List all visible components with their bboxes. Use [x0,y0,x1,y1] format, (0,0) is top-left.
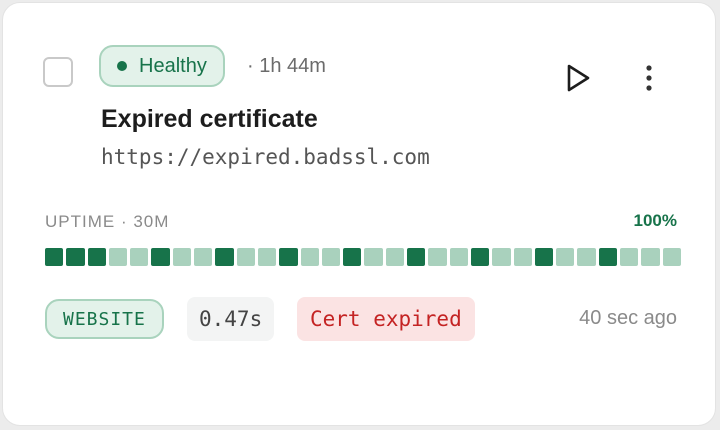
uptime-segment [300,248,319,266]
uptime-segment [321,248,341,266]
uptime-segment [172,248,192,266]
uptime-segment [215,248,234,266]
uptime-segment [534,248,554,266]
uptime-segment [257,248,277,266]
more-options-button[interactable] [637,63,661,93]
status-duration: · 1h 44m [247,55,326,77]
uptime-segment [662,248,681,266]
play-icon [567,64,590,92]
uptime-segment [428,248,447,266]
more-vertical-icon [646,65,652,91]
uptime-percent: 100% [633,211,677,230]
uptime-segment [513,248,532,266]
uptime-segment [343,248,362,266]
uptime-segment [385,248,405,266]
monitor-url: https://expired.badssl.com [101,145,430,169]
uptime-segment [151,248,170,266]
uptime-segment [470,248,490,266]
uptime-segment [641,248,660,266]
uptime-segment [556,248,575,266]
uptime-segment [279,248,298,266]
type-badge: WEBSITE [45,299,164,339]
status-badge: Healthy [99,45,225,87]
uptime-segment [87,248,106,266]
uptime-segment [449,248,468,266]
uptime-segment [407,248,426,266]
error-badge: Cert expired [297,297,475,341]
uptime-segment [577,248,596,266]
uptime-segment [108,248,128,266]
uptime-segment [194,248,213,266]
uptime-segment [598,248,618,266]
uptime-segment [130,248,149,266]
uptime-segment [492,248,511,266]
monitor-card: Healthy · 1h 44m Expired certificate htt… [2,2,716,426]
uptime-label: UPTIME · 30M [45,212,170,231]
uptime-bar [45,248,681,266]
uptime-segment [236,248,255,266]
response-time-badge: 0.47s [187,297,275,341]
uptime-segment [66,248,85,266]
uptime-segment [364,248,383,266]
last-checked: 40 sec ago [579,307,677,329]
status-label: Healthy [139,54,207,77]
uptime-segment [45,248,64,266]
run-check-button[interactable] [563,61,593,95]
select-checkbox[interactable] [43,57,73,87]
uptime-segment [620,248,639,266]
status-dot-icon [117,61,127,71]
monitor-title: Expired certificate [101,105,318,133]
